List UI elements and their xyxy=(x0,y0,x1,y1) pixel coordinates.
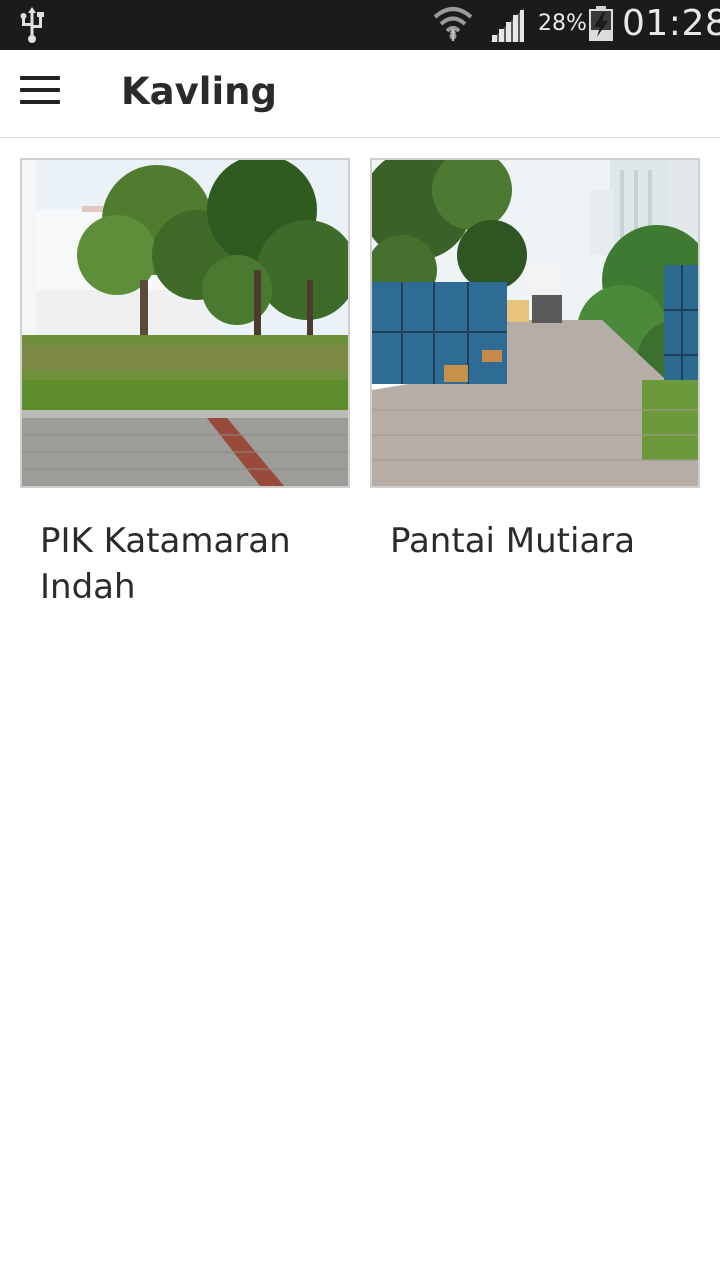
app-bar: Kavling xyxy=(0,50,720,138)
listing-card[interactable]: PIK Katamaran Indah xyxy=(20,158,350,610)
signal-icon xyxy=(490,8,524,42)
listing-title: PIK Katamaran Indah xyxy=(40,521,291,607)
listing-title: Pantai Mutiara xyxy=(390,521,636,561)
status-bar: 28% 01:28 xyxy=(0,0,720,50)
clock: 01:28 xyxy=(622,3,720,44)
page-title: Kavling xyxy=(121,70,277,113)
listing-card[interactable]: Pantai Mutiara xyxy=(370,158,700,564)
menu-icon[interactable] xyxy=(18,74,62,110)
battery-percent: 28% xyxy=(538,11,587,36)
usb-icon xyxy=(20,7,44,43)
listing-thumbnail[interactable] xyxy=(370,158,700,488)
battery-charging-icon xyxy=(589,6,613,41)
gated-lane-photo xyxy=(372,160,698,486)
wifi-icon xyxy=(433,7,473,41)
vacant-lot-photo xyxy=(22,160,348,486)
listing-thumbnail[interactable] xyxy=(20,158,350,488)
